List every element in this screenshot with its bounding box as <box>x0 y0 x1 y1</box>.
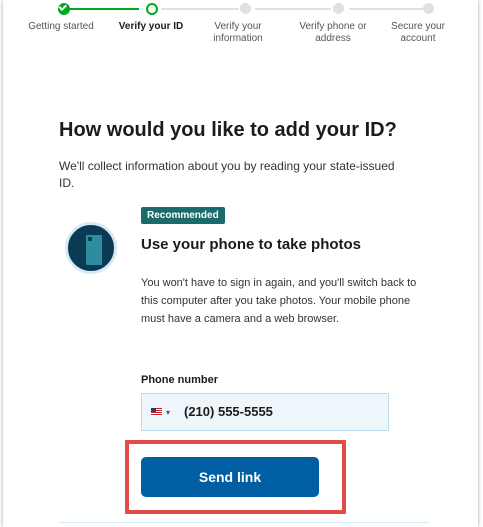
highlight-box <box>125 440 346 514</box>
step-pending-icon <box>423 3 434 14</box>
step-label-verify-phone: Verify phone or address <box>299 21 367 44</box>
checkmark-icon <box>58 2 67 11</box>
identity-verification-card: Getting started Verify your ID Verify yo… <box>3 0 478 527</box>
step-complete-icon <box>58 2 70 15</box>
option-description: You won't have to sign in again, and you… <box>141 277 417 325</box>
step-pending-icon <box>240 3 251 14</box>
step-label-secure-account: Secure your account <box>391 21 445 44</box>
phone-number-label: Phone number <box>141 374 219 386</box>
step-label-getting-started: Getting started <box>28 21 94 32</box>
step-label-verify-id: Verify your ID <box>118 21 184 32</box>
step-connector <box>161 8 239 10</box>
camera-icon <box>88 237 92 241</box>
recommended-badge: Recommended <box>141 207 225 224</box>
us-flag-icon[interactable] <box>151 408 162 416</box>
page-intro: We'll collect information about you by r… <box>59 159 395 190</box>
step-current-icon <box>146 3 158 15</box>
chevron-down-icon[interactable]: ▾ <box>166 408 170 417</box>
step-pending-icon <box>333 3 344 14</box>
page-title: How would you like to add your ID? <box>59 119 397 141</box>
phone-camera-icon <box>65 222 117 274</box>
step-connector <box>61 8 139 10</box>
step-connector <box>255 8 331 10</box>
phone-number-value[interactable]: (210) 555-5555 <box>184 404 273 419</box>
divider <box>59 522 429 523</box>
option-heading: Use your phone to take photos <box>141 236 362 253</box>
phone-body-icon <box>84 233 104 267</box>
phone-number-field[interactable]: ▾ (210) 555-5555 <box>141 393 389 431</box>
step-connector <box>349 8 425 10</box>
step-label-verify-information: Verify your information <box>213 21 263 44</box>
step-indicator: Getting started Verify your ID Verify yo… <box>3 0 478 90</box>
